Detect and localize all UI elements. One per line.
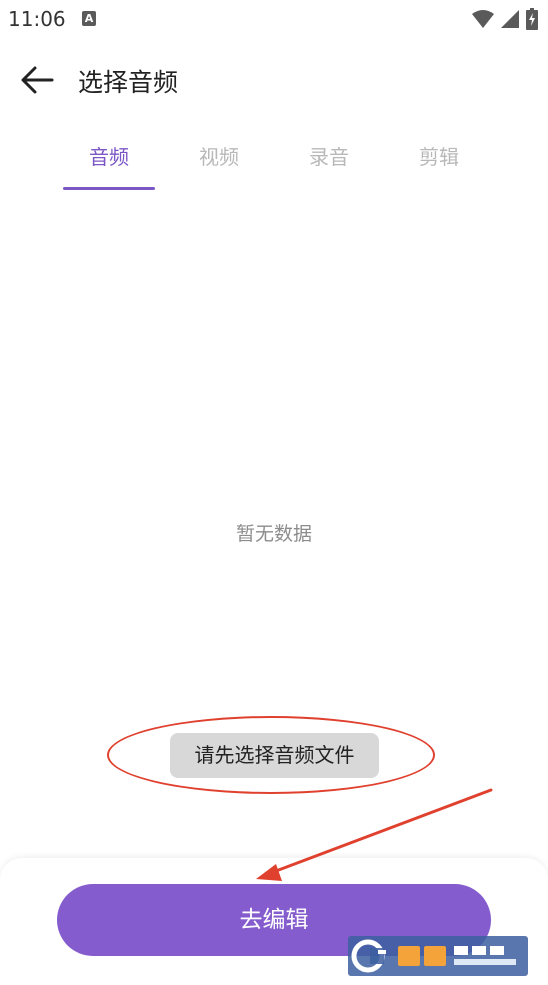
a-text-icon: A xyxy=(82,11,96,26)
annotation-ellipse xyxy=(107,716,435,794)
tab-audio[interactable]: 音频 xyxy=(54,138,164,188)
back-button[interactable] xyxy=(18,62,58,98)
cr173-logo-watermark xyxy=(348,936,528,976)
status-time: 11:06 xyxy=(8,7,66,31)
tab-recording[interactable]: 录音 xyxy=(274,138,384,188)
tab-video[interactable]: 视频 xyxy=(164,138,274,188)
status-bar: 11:06 A xyxy=(0,0,548,40)
arrow-left-icon xyxy=(21,66,54,94)
page-title: 选择音频 xyxy=(78,68,179,97)
signal-icon xyxy=(501,10,519,28)
tab-bar: 音频 视频 录音 剪辑 xyxy=(54,138,494,192)
app-bar: 选择音频 xyxy=(0,50,548,110)
tab-clip[interactable]: 剪辑 xyxy=(384,138,494,188)
wifi-icon xyxy=(472,10,494,28)
status-icons xyxy=(472,8,538,30)
tab-indicator xyxy=(63,187,155,190)
empty-state-text: 暂无数据 xyxy=(235,523,312,545)
battery-icon xyxy=(526,8,538,30)
